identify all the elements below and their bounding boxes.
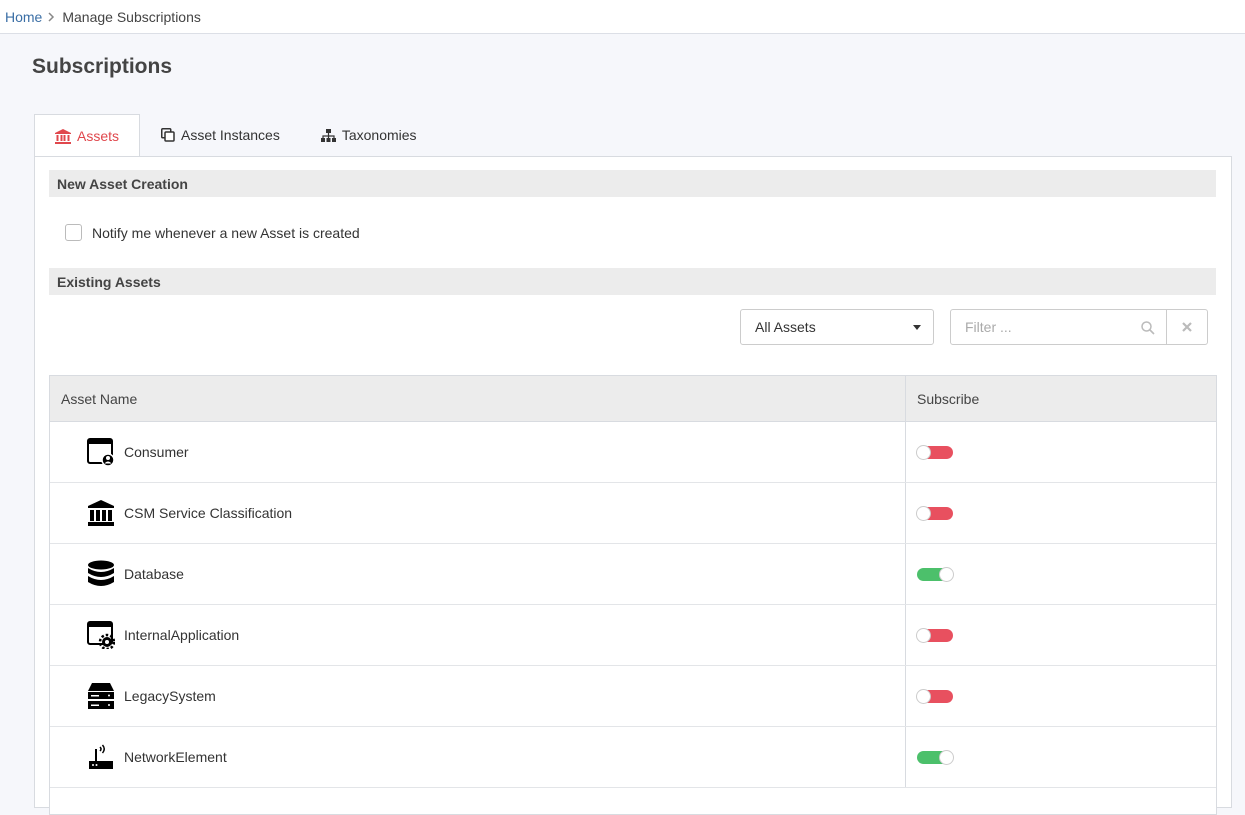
asset-name-cell: LegacySystem: [50, 666, 906, 726]
table-row: NetworkElement: [50, 727, 1216, 788]
notify-checkbox[interactable]: [65, 224, 82, 241]
asset-name: InternalApplication: [124, 627, 240, 643]
asset-name: NetworkElement: [124, 749, 227, 765]
caret-down-icon: [913, 325, 921, 330]
copy-icon: [161, 128, 175, 142]
subscribe-cell: [906, 605, 1216, 665]
database-icon: [86, 559, 116, 589]
subscribe-cell: [906, 422, 1216, 482]
chevron-right-icon: [48, 11, 55, 22]
tab-taxonomies[interactable]: Taxonomies: [300, 114, 437, 156]
asset-name-cell: InternalApplication: [50, 605, 906, 665]
notify-label: Notify me whenever a new Asset is create…: [92, 224, 360, 241]
notify-row: Notify me whenever a new Asset is create…: [65, 224, 360, 241]
app-settings-icon: [86, 620, 116, 650]
breadcrumb-current: Manage Subscriptions: [62, 8, 201, 25]
column-header-asset-name[interactable]: Asset Name: [50, 376, 906, 421]
tab-label: Asset Instances: [181, 127, 280, 143]
asset-name-cell: CSM Service Classification: [50, 483, 906, 543]
table-row: InternalApplication: [50, 605, 1216, 666]
table-header: Asset Name Subscribe: [50, 376, 1216, 422]
subscribe-toggle[interactable]: [916, 627, 953, 643]
asset-type-select-value: All Assets: [755, 319, 816, 335]
subscribe-toggle[interactable]: [917, 566, 954, 582]
tab-assets[interactable]: Assets: [34, 114, 141, 158]
existing-assets-heading: Existing Assets: [49, 268, 1216, 295]
filter-input[interactable]: [951, 310, 1169, 344]
subscribe-toggle[interactable]: [916, 505, 953, 521]
assets-panel: New Asset Creation Notify me whenever a …: [34, 156, 1232, 815]
tab-label: Taxonomies: [341, 127, 417, 143]
tab-asset-instances[interactable]: Asset Instances: [140, 114, 300, 156]
router-icon: [86, 742, 116, 772]
close-icon: [1182, 322, 1192, 332]
asset-name-cell: Consumer: [50, 422, 906, 482]
asset-type-select[interactable]: All Assets: [740, 309, 934, 345]
bank-icon: [86, 498, 116, 528]
assets-table: Asset Name Subscribe Consumer CSM Servic…: [49, 375, 1217, 815]
subscribe-cell: [906, 483, 1216, 543]
sitemap-icon: [320, 128, 336, 142]
bank-icon: [55, 128, 71, 144]
asset-name: Consumer: [124, 444, 189, 460]
subscribe-toggle[interactable]: [916, 444, 953, 460]
column-header-subscribe[interactable]: Subscribe: [906, 376, 1216, 421]
asset-name: Database: [124, 566, 184, 582]
consumer-app-icon: [86, 437, 116, 467]
breadcrumb: Home Manage Subscriptions: [0, 0, 1245, 34]
subscribe-cell: [906, 666, 1216, 726]
table-row: Database: [50, 544, 1216, 605]
asset-name: LegacySystem: [124, 688, 216, 704]
breadcrumb-home-link[interactable]: Home: [5, 9, 42, 25]
filter-group: [950, 309, 1208, 345]
subscribe-toggle[interactable]: [916, 688, 953, 704]
subscribe-cell: [906, 544, 1216, 604]
server-icon: [86, 681, 116, 711]
table-row: Consumer: [50, 422, 1216, 483]
subscribe-toggle[interactable]: [917, 749, 954, 765]
subscribe-cell: [906, 727, 1216, 787]
table-row: CSM Service Classification: [50, 483, 1216, 544]
clear-filter-button[interactable]: [1166, 310, 1207, 344]
asset-name-cell: NetworkElement: [50, 727, 906, 787]
search-icon: [1141, 321, 1155, 340]
table-row: LegacySystem: [50, 666, 1216, 727]
page-title: Subscriptions: [32, 55, 173, 78]
tab-bar: Assets Asset Instances Taxonomies: [34, 114, 437, 158]
asset-name-cell: Database: [50, 544, 906, 604]
asset-name: CSM Service Classification: [124, 505, 293, 521]
tab-label: Assets: [77, 128, 120, 144]
new-asset-heading: New Asset Creation: [49, 170, 1216, 197]
